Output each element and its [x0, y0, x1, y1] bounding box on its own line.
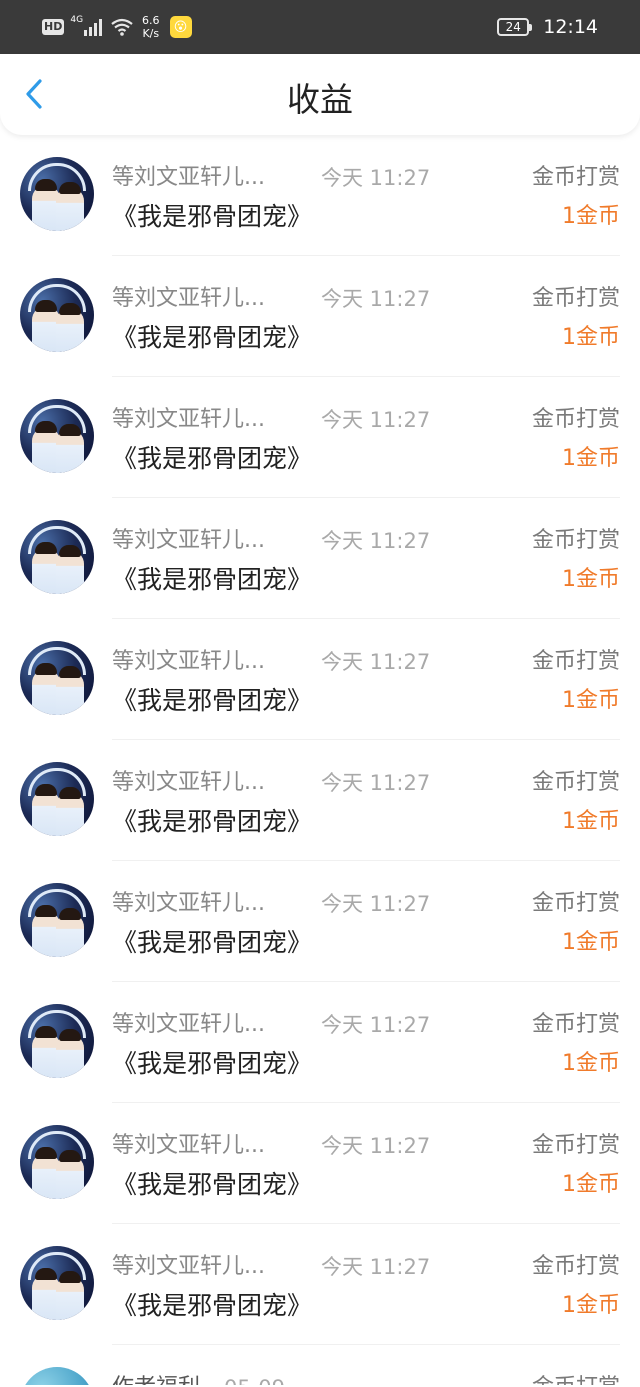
list-item[interactable]: 等刘文亚轩儿... 今天 11:27 金币打赏《我是邪骨团宠》 1金币: [0, 256, 640, 377]
tipper-name: 等刘文亚轩儿...: [112, 891, 265, 916]
status-bar-left: HD 4G 6.6 K/s 😮: [42, 13, 192, 41]
avatar[interactable]: [20, 641, 94, 715]
battery-icon: 24: [497, 18, 533, 36]
book-title: 《我是邪骨团宠》: [112, 323, 313, 352]
avatar[interactable]: [20, 1004, 94, 1078]
book-title: 《我是邪骨团宠》: [112, 807, 313, 836]
avatar[interactable]: [20, 1367, 94, 1385]
avatar[interactable]: [20, 520, 94, 594]
record-type: 金币打赏: [531, 770, 620, 795]
page-title: 收益: [287, 80, 353, 119]
tipper-name: 等刘文亚轩儿...: [112, 1133, 265, 1158]
network-speed: 6.6 K/s: [142, 14, 160, 40]
record-type: 金币打赏: [531, 1012, 620, 1037]
book-title: 《我是邪骨团宠》: [112, 444, 313, 473]
record-type: 金币打赏: [531, 1254, 620, 1279]
book-title: 《我是邪骨团宠》: [112, 565, 313, 594]
list-item[interactable]: 等刘文亚轩儿... 今天 11:27 金币打赏《我是邪骨团宠》 1金币: [0, 135, 640, 256]
clock: 12:14: [543, 16, 598, 38]
book-title: 《我是邪骨团宠》: [112, 1291, 313, 1320]
record-time: 今天 11:27: [321, 892, 431, 916]
list-item[interactable]: 等刘文亚轩儿... 今天 11:27 金币打赏《我是邪骨团宠》 1金币: [0, 619, 640, 740]
avatar[interactable]: [20, 157, 94, 231]
coin-amount: 1金币: [562, 204, 620, 229]
earnings-list: 等刘文亚轩儿... 今天 11:27 金币打赏 《我是邪骨团宠》 1金币 等刘文亚轩儿..…: [0, 135, 640, 1385]
status-bar: HD 4G 6.6 K/s 😮 24 12:14: [0, 0, 640, 54]
record-time: 今天 11:27: [321, 529, 431, 553]
coin-amount: 1金币: [562, 1172, 620, 1197]
book-title: 《我是邪骨团宠》: [112, 202, 313, 231]
signal-icon: [84, 18, 104, 36]
tipper-name: 等刘文亚轩儿...: [112, 1254, 265, 1279]
record-time: 今天 11:27: [321, 166, 431, 190]
record-time: 05-09: [224, 1373, 285, 1385]
top-nav-bar: 收益: [0, 54, 640, 135]
hd-badge: HD: [42, 19, 65, 35]
book-title: 《我是邪骨团宠》: [112, 928, 313, 957]
avatar[interactable]: [20, 278, 94, 352]
record-time: 今天 11:27: [321, 771, 431, 795]
network-type: 4G: [70, 15, 84, 25]
record-type: 金币打赏: [531, 165, 620, 190]
notification-app-icon: 😮: [169, 16, 192, 38]
avatar[interactable]: [20, 399, 94, 473]
list-item[interactable]: 等刘文亚轩儿... 今天 11:27 金币打赏《我是邪骨团宠》 1金币: [0, 1224, 640, 1345]
tipper-name: 等刘文亚轩儿...: [112, 649, 265, 674]
coin-amount: 1金币: [562, 567, 620, 592]
list-item[interactable]: 等刘文亚轩儿... 今天 11:27 金币打赏《我是邪骨团宠》 1金币: [0, 498, 640, 619]
record-time: 今天 11:27: [321, 650, 431, 674]
list-item[interactable]: 作者福利05-09金币打赏: [0, 1345, 640, 1385]
record-time: 今天 11:27: [321, 1013, 431, 1037]
book-title: 《我是邪骨团宠》: [112, 1170, 313, 1199]
list-item[interactable]: 等刘文亚轩儿... 今天 11:27 金币打赏《我是邪骨团宠》 1金币: [0, 377, 640, 498]
record-type: 金币打赏: [531, 528, 620, 553]
record-time: 今天 11:27: [321, 1134, 431, 1158]
record-time: 今天 11:27: [321, 287, 431, 311]
list-item[interactable]: 等刘文亚轩儿... 今天 11:27 金币打赏《我是邪骨团宠》 1金币: [0, 1103, 640, 1224]
coin-amount: 1金币: [562, 930, 620, 955]
coin-amount: 1金币: [562, 446, 620, 471]
list-item[interactable]: 等刘文亚轩儿... 今天 11:27 金币打赏《我是邪骨团宠》 1金币: [0, 861, 640, 982]
avatar[interactable]: [20, 1246, 94, 1320]
record-time: 今天 11:27: [321, 408, 431, 432]
tipper-name: 等刘文亚轩儿...: [112, 528, 265, 553]
battery-level: 24: [505, 20, 521, 34]
record-time: 今天 11:27: [321, 1255, 431, 1279]
book-title: 《我是邪骨团宠》: [112, 1049, 313, 1078]
record-type: 金币打赏: [531, 286, 620, 311]
coin-amount: 1金币: [562, 1293, 620, 1318]
coin-amount: 1金币: [562, 1051, 620, 1076]
book-title: 《我是邪骨团宠》: [112, 686, 313, 715]
avatar[interactable]: [20, 1125, 94, 1199]
tipper-name: 等刘文亚轩儿...: [112, 1012, 265, 1037]
avatar[interactable]: [20, 883, 94, 957]
coin-amount: 1金币: [562, 688, 620, 713]
tipper-name: 等刘文亚轩儿...: [112, 165, 265, 190]
speed-value: 6.6: [142, 14, 160, 27]
record-type: 金币打赏: [531, 407, 620, 432]
record-type: 金币打赏: [531, 891, 620, 916]
list-item[interactable]: 等刘文亚轩儿... 今天 11:27 金币打赏《我是邪骨团宠》 1金币: [0, 982, 640, 1103]
list-item[interactable]: 等刘文亚轩儿... 今天 11:27 金币打赏《我是邪骨团宠》 1金币: [0, 740, 640, 861]
avatar[interactable]: [20, 762, 94, 836]
status-bar-right: 24 12:14: [497, 13, 598, 41]
coin-amount: 1金币: [562, 325, 620, 350]
tipper-name: 等刘文亚轩儿...: [112, 407, 265, 432]
speed-unit: K/s: [142, 27, 160, 40]
tipper-name: 等刘文亚轩儿...: [112, 770, 265, 795]
tipper-name: 等刘文亚轩儿...: [112, 286, 265, 311]
wifi-icon: [111, 18, 133, 36]
record-type: 金币打赏: [532, 1373, 620, 1385]
record-type: 金币打赏: [531, 649, 620, 674]
record-type: 金币打赏: [531, 1133, 620, 1158]
coin-amount: 1金币: [562, 809, 620, 834]
